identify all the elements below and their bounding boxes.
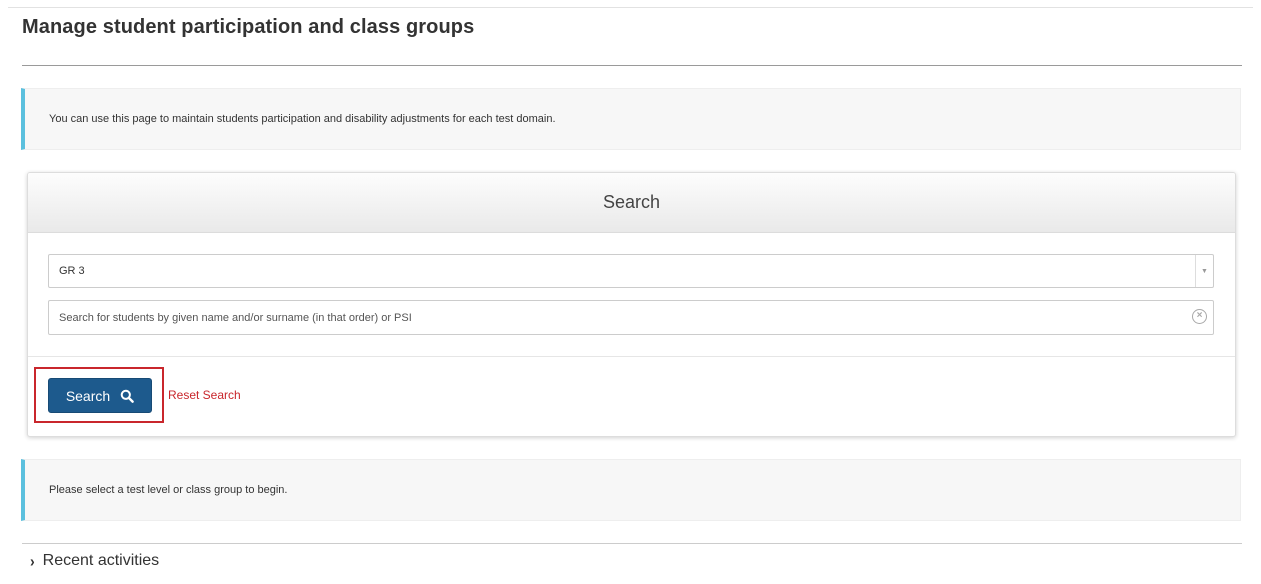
student-search-input[interactable] (49, 301, 1179, 334)
chevron-right-icon: › (30, 552, 35, 570)
reset-search-link[interactable]: Reset Search (168, 388, 241, 402)
search-button[interactable]: Search (48, 378, 152, 413)
test-level-selected-value: GR 3 (59, 265, 85, 277)
search-panel-title: Search (602, 192, 661, 212)
search-icon (120, 389, 134, 403)
intro-info-box: You can use this page to maintain studen… (21, 88, 1241, 150)
test-level-select[interactable]: GR 3 ▼ (48, 254, 1214, 288)
panel-divider (28, 356, 1235, 357)
prompt-text: Please select a test level or class grou… (49, 484, 288, 496)
clear-circle-icon[interactable]: × (1192, 309, 1207, 324)
prompt-info-box: Please select a test level or class grou… (21, 459, 1241, 521)
page: Manage student participation and class g… (0, 0, 1261, 584)
search-button-label: Search (65, 387, 111, 404)
student-search-field: × (48, 300, 1214, 335)
recent-activities-label: Recent activities (42, 552, 160, 569)
recent-activities-toggle[interactable]: › Recent activities (30, 552, 159, 570)
dropdown-arrow-icon[interactable]: ▼ (1195, 255, 1213, 287)
intro-text: You can use this page to maintain studen… (49, 113, 556, 125)
page-title: Manage student participation and class g… (22, 16, 475, 38)
search-panel-header: Search (28, 173, 1235, 233)
title-divider (22, 65, 1242, 66)
top-divider (8, 7, 1253, 8)
bottom-divider (22, 543, 1242, 544)
